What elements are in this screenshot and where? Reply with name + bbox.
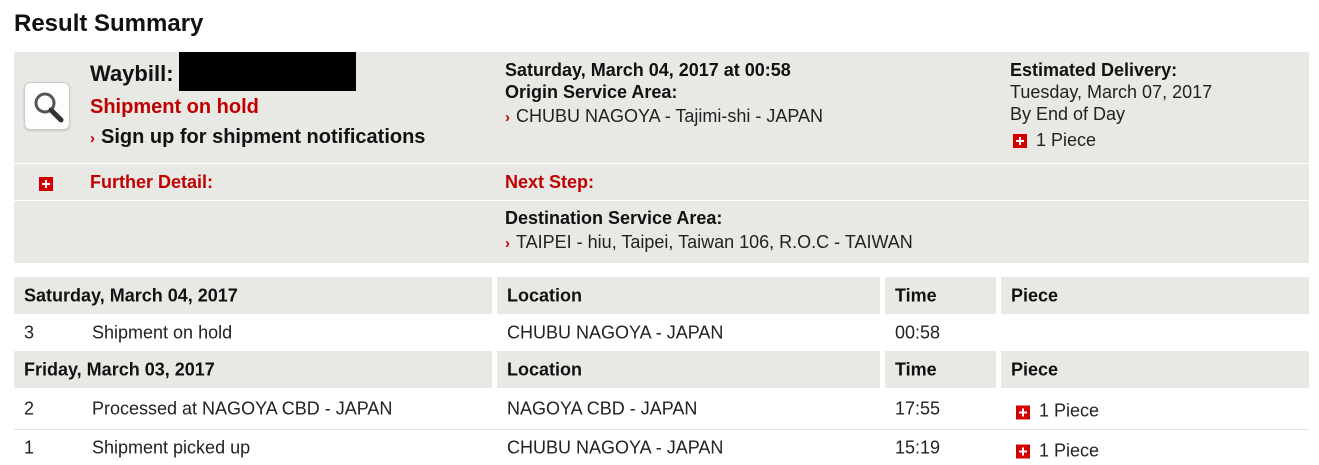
piece-toggle[interactable]: 1 Piece [1016,401,1099,422]
origin-value: › CHUBU NAGOYA - Tajimi-shi - JAPAN [505,106,823,127]
origin-value-text: CHUBU NAGOYA - Tajimi-shi - JAPAN [516,106,824,126]
event-datetime: Saturday, March 04, 2017 at 00:58 [505,60,791,80]
location-header-text: Location [507,359,582,379]
plus-icon [1013,134,1027,149]
piece-header-text: Piece [1011,359,1059,379]
piece-column-header: Piece [1001,351,1309,388]
event-date-header: Saturday, March 04, 2017 [14,277,492,314]
waybill-number-redacted [179,52,356,91]
event-date-text: Friday, March 03, 2017 [24,359,215,379]
estimated-delivery-date: Tuesday, March 07, 2017 [1010,82,1213,102]
table-row: 2 Processed at NAGOYA CBD - JAPAN NAGOYA… [14,389,1309,429]
time-column-header: Time [885,351,996,388]
pieces-toggle[interactable]: 1 Piece [1013,130,1096,151]
event-date-header: Friday, March 03, 2017 [14,351,492,388]
table-row: 3 Shipment on hold CHUBU NAGOYA - JAPAN … [14,314,1309,351]
event-time: 17:55 [895,398,941,419]
chevron-right-icon: › [90,130,95,147]
estimated-delivery-time: By End of Day [1010,104,1126,124]
piece-label: 1 Piece [1039,440,1100,461]
further-detail-toggle[interactable] [39,175,53,193]
event-time: 15:19 [895,437,941,457]
table-row: 1 Shipment picked up CHUBU NAGOYA - JAPA… [14,430,1309,465]
destination-value-text: TAIPEI - hiu, Taipei, Taiwan 106, R.O.C … [516,232,913,252]
further-detail-label: Further Detail: [90,172,214,192]
shipment-summary-panel: Waybill: Shipment on hold › Sign up for s… [14,52,1309,263]
chevron-right-icon: › [505,235,510,252]
magnifier-icon [34,92,64,123]
event-description: Processed at NAGOYA CBD - JAPAN [92,398,393,419]
plus-icon [1016,444,1030,459]
destination-value: › TAIPEI - hiu, Taipei, Taiwan 106, R.O.C… [505,232,913,253]
page-title: Result Summary [14,10,204,37]
event-number: 3 [24,322,35,342]
piece-label: 1 Piece [1039,400,1100,421]
piece-toggle[interactable]: 1 Piece [1016,441,1099,462]
track-search-button[interactable] [24,82,70,130]
plus-icon [1016,405,1030,420]
event-date-text: Saturday, March 04, 2017 [24,285,238,305]
time-header-text: Time [895,359,937,379]
signup-notifications-link[interactable]: › Sign up for shipment notifications [90,126,425,149]
location-column-header: Location [497,351,880,388]
shipment-status: Shipment on hold [90,96,259,118]
plus-icon [39,176,53,191]
chevron-right-icon: › [505,109,510,126]
signup-link-label: Sign up for shipment notifications [101,126,426,148]
event-location: CHUBU NAGOYA - JAPAN [507,437,724,457]
event-number: 1 [24,437,35,457]
origin-label: Origin Service Area: [505,82,678,102]
time-header-text: Time [895,285,937,305]
waybill-label: Waybill: [90,61,174,86]
event-location: CHUBU NAGOYA - JAPAN [507,322,724,342]
estimated-delivery-label: Estimated Delivery: [1010,60,1178,80]
location-header-text: Location [507,285,582,305]
event-location: NAGOYA CBD - JAPAN [507,398,698,419]
destination-label: Destination Service Area: [505,208,723,228]
event-description: Shipment picked up [92,437,251,457]
piece-header-text: Piece [1011,285,1059,305]
location-column-header: Location [497,277,880,314]
event-description: Shipment on hold [92,322,233,342]
next-step-label: Next Step: [505,172,595,192]
piece-column-header: Piece [1001,277,1309,314]
time-column-header: Time [885,277,996,314]
event-number: 2 [24,398,35,419]
pieces-label: 1 Piece [1036,130,1097,150]
event-time: 00:58 [895,322,941,342]
